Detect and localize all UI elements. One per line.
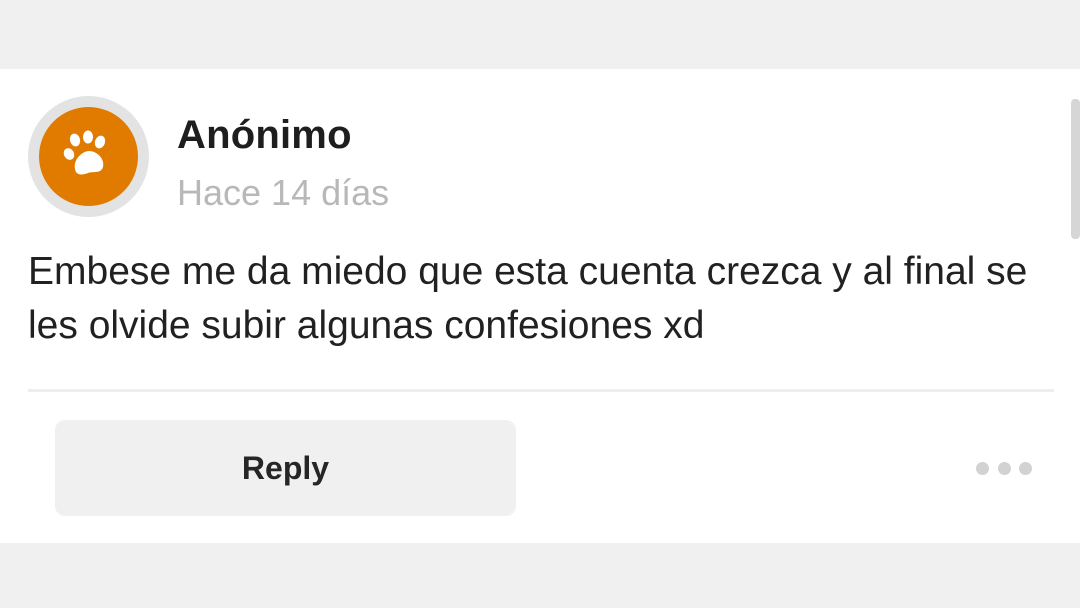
- avatar[interactable]: [28, 96, 149, 217]
- divider: [28, 389, 1054, 392]
- comment-text: Embese me da miedo que esta cuenta crezc…: [28, 250, 1028, 347]
- comment-card: Anónimo Hace 14 días Embese me da miedo …: [0, 69, 1080, 543]
- avatar-badge: [39, 107, 138, 206]
- paw-icon: [63, 130, 106, 175]
- more-options-icon[interactable]: [976, 455, 1032, 481]
- post-timestamp: Hace 14 días: [177, 172, 390, 213]
- scrollbar[interactable]: [1071, 99, 1080, 239]
- more-dot: [1019, 461, 1032, 475]
- comment-page: Anónimo Hace 14 días Embese me da miedo …: [0, 0, 1080, 608]
- author-name[interactable]: Anónimo: [177, 113, 352, 158]
- more-dot: [997, 461, 1011, 475]
- reply-button[interactable]: Reply: [55, 420, 516, 516]
- more-dot: [976, 461, 989, 475]
